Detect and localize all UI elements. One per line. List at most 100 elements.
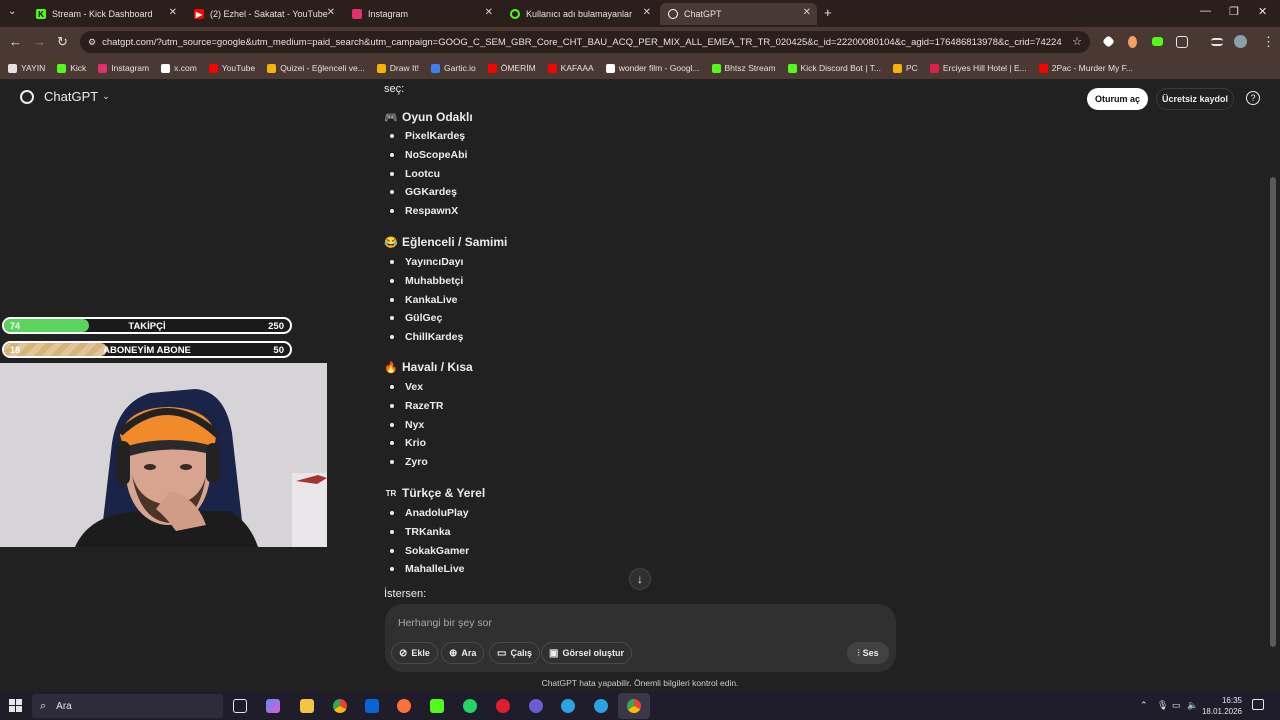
bookmark-item[interactable]: PC bbox=[893, 63, 918, 73]
model-selector[interactable]: ChatGPT ⌄ bbox=[20, 89, 110, 104]
close-icon[interactable]: ✕ bbox=[485, 7, 493, 18]
chrome-icon[interactable] bbox=[333, 699, 347, 713]
bookmark-icon bbox=[161, 63, 171, 73]
bookmark-item[interactable]: KAFAAA bbox=[547, 63, 594, 73]
tab-kick-dashboard[interactable]: K Stream - Kick Dashboard ✕ bbox=[28, 3, 183, 25]
bookmark-item[interactable]: Instagram bbox=[98, 63, 149, 73]
prompt-input[interactable]: Herhangi bir şey sor bbox=[398, 617, 492, 629]
bookmark-item[interactable]: YouTube bbox=[208, 63, 255, 73]
kick-extension-icon[interactable] bbox=[1152, 37, 1163, 46]
bookmark-icon bbox=[547, 63, 557, 73]
minimize-icon[interactable]: — bbox=[1200, 5, 1211, 17]
windows-start-icon[interactable] bbox=[9, 699, 22, 712]
bookmark-star-icon[interactable]: ☆ bbox=[1072, 35, 1082, 48]
bookmark-icon bbox=[431, 63, 441, 73]
create-image-button[interactable]: ▣ Görsel oluştur bbox=[541, 642, 632, 664]
list-item: NoScopeAbi bbox=[390, 149, 467, 161]
bookmark-icon bbox=[267, 63, 277, 73]
bookmark-item[interactable]: ÖMERİM bbox=[487, 63, 536, 73]
reload-icon[interactable]: ↻ bbox=[57, 34, 68, 50]
bookmark-item[interactable]: Kick Discord Bot | T... bbox=[787, 63, 881, 73]
tab-instagram[interactable]: Instagram ✕ bbox=[344, 3, 499, 25]
tab-chatgpt[interactable]: ChatGPT ✕ bbox=[660, 3, 817, 25]
close-icon[interactable]: ✕ bbox=[643, 7, 651, 18]
image-icon: ▣ bbox=[549, 647, 559, 659]
tray-chevron-icon[interactable]: ⌃ bbox=[1140, 700, 1148, 711]
scrollbar[interactable] bbox=[1270, 177, 1276, 647]
list-item: GülGeç bbox=[390, 312, 442, 324]
signup-button[interactable]: Ücretsiz kaydol bbox=[1156, 88, 1234, 110]
tab-youtube[interactable]: ▶ (2) Ezhel - Sakatat - YouTube ✕ bbox=[186, 3, 341, 25]
bookmark-icon bbox=[605, 63, 615, 73]
file-explorer-icon[interactable] bbox=[300, 699, 314, 713]
sub-goal: 50 bbox=[273, 345, 284, 356]
extension-icon[interactable] bbox=[1102, 35, 1115, 48]
waveform-icon: ⫶ bbox=[857, 647, 860, 658]
discord-icon[interactable] bbox=[529, 699, 543, 713]
menu-icon[interactable]: ⋮ bbox=[1262, 34, 1275, 50]
close-icon[interactable]: ✕ bbox=[327, 7, 335, 18]
help-icon[interactable]: ? bbox=[1246, 91, 1260, 105]
bookmark-item[interactable]: Bhtsz Stream bbox=[711, 63, 776, 73]
new-tab-icon[interactable]: + bbox=[824, 5, 832, 20]
media-controls-icon[interactable] bbox=[1211, 38, 1223, 46]
tab-username-generator[interactable]: Kullanıcı adı bulamayanlar için ✕ bbox=[502, 3, 657, 25]
bookmark-item[interactable]: Kick bbox=[57, 63, 86, 73]
loading-icon bbox=[510, 9, 520, 19]
search-button[interactable]: ⊕ Ara bbox=[441, 642, 485, 664]
bookmark-item[interactable]: Quizei - Eğlenceli ve... bbox=[267, 63, 365, 73]
section-heading: 🔥 Havalı / Kısa bbox=[384, 360, 473, 374]
network-icon[interactable]: ▭ bbox=[1172, 700, 1181, 711]
microphone-icon[interactable]: 🎙 bbox=[1157, 700, 1168, 711]
section-heading: 😂 Eğlenceli / Samimi bbox=[384, 235, 508, 249]
list-item: Zyro bbox=[390, 456, 428, 468]
whatsapp-icon[interactable] bbox=[463, 699, 477, 713]
forward-icon[interactable]: → bbox=[33, 34, 46, 49]
bookmark-item[interactable]: 2Pac - Murder My F... bbox=[1038, 63, 1133, 73]
voice-button[interactable]: ⫶ Ses bbox=[847, 642, 889, 664]
kick-app-icon[interactable] bbox=[430, 699, 444, 713]
bookmark-item[interactable]: Gartic.io bbox=[431, 63, 476, 73]
firefox-icon[interactable] bbox=[397, 699, 411, 713]
outlook-icon[interactable] bbox=[365, 699, 379, 713]
bookmark-icon bbox=[8, 63, 17, 73]
volume-icon[interactable]: 🔈 bbox=[1187, 700, 1198, 711]
taskbar-search[interactable]: ⌕ Ara bbox=[32, 694, 223, 718]
scroll-down-button[interactable]: ↓ bbox=[629, 568, 651, 590]
chrome-active-icon[interactable] bbox=[627, 699, 641, 713]
close-icon[interactable]: ✕ bbox=[169, 7, 177, 18]
notification-icon[interactable] bbox=[1252, 699, 1264, 710]
extension-icon[interactable] bbox=[1128, 36, 1137, 48]
avatar[interactable] bbox=[1234, 35, 1247, 48]
youtube-icon: ▶ bbox=[194, 9, 204, 19]
telegram-icon[interactable] bbox=[561, 699, 575, 713]
tab-search-icon[interactable]: ⌄ bbox=[8, 6, 16, 17]
back-icon[interactable]: ← bbox=[9, 34, 22, 49]
chatgpt-logo-icon bbox=[20, 89, 34, 104]
address-bar[interactable]: ⚙ chatgpt.com/?utm_source=google&utm_med… bbox=[80, 31, 1090, 53]
bookmark-item[interactable]: wonder film - Googl... bbox=[605, 63, 700, 73]
site-info-icon[interactable]: ⚙ bbox=[88, 37, 96, 48]
task-view-icon[interactable] bbox=[233, 699, 247, 713]
close-window-icon[interactable]: ✕ bbox=[1258, 5, 1267, 18]
bookmark-icon bbox=[208, 63, 218, 73]
attach-button[interactable]: ⊘ Ekle bbox=[391, 642, 438, 664]
login-button[interactable]: Oturum aç bbox=[1087, 88, 1148, 110]
close-icon[interactable]: ✕ bbox=[803, 7, 811, 18]
bookmark-item[interactable]: Erciyes Hill Hotel | E... bbox=[929, 63, 1027, 73]
copilot-icon[interactable] bbox=[266, 699, 280, 713]
bookmark-item[interactable]: x.com bbox=[161, 63, 197, 73]
bookmark-item[interactable]: YAYIN bbox=[8, 63, 45, 73]
telegram-alt-icon[interactable] bbox=[594, 699, 608, 713]
opera-icon[interactable] bbox=[496, 699, 510, 713]
extensions-puzzle-icon[interactable] bbox=[1176, 36, 1188, 48]
paperclip-icon: ⊘ bbox=[399, 647, 408, 659]
study-button[interactable]: ▭ Çalış bbox=[489, 642, 540, 664]
restore-icon[interactable]: ❐ bbox=[1229, 5, 1239, 18]
bookmark-item[interactable]: Draw It! bbox=[376, 63, 419, 73]
bookmark-icon bbox=[487, 63, 497, 73]
bookmarks-bar: YAYIN Kick Instagram x.com YouTube Quizei - E… bbox=[0, 57, 1280, 79]
globe-icon: ⊕ bbox=[449, 647, 458, 659]
system-clock[interactable]: 16:35 18.01.2026 bbox=[1200, 695, 1242, 717]
streamer-webcam-image bbox=[0, 363, 327, 547]
